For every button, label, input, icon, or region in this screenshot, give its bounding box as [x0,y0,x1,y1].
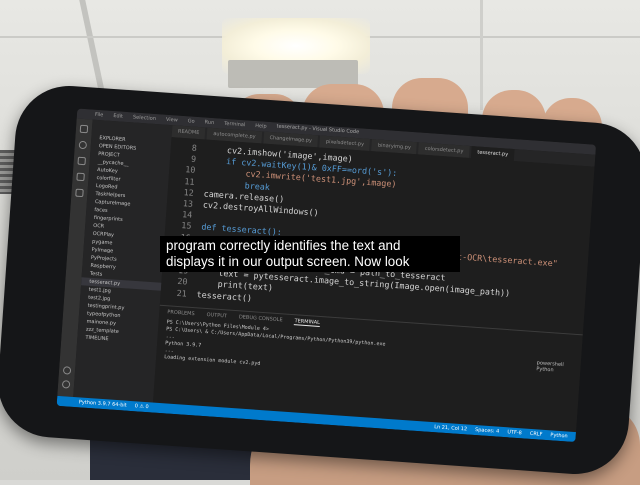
video-subtitle: program correctly identifies the text an… [160,236,460,272]
account-icon[interactable] [62,366,72,375]
tab-debug-console[interactable]: DEBUG CONSOLE [239,314,283,324]
run-debug-icon[interactable] [76,172,85,182]
source-control-icon[interactable] [77,156,86,166]
tab-output[interactable]: OUTPUT [206,312,227,320]
menu-selection[interactable]: Selection [133,114,156,122]
menu-edit[interactable]: Edit [113,113,123,120]
tab-terminal[interactable]: TERMINAL [294,318,321,327]
menu-go[interactable]: Go [188,118,195,124]
status-eol[interactable]: CRLF [530,431,543,438]
status-indent[interactable]: Spaces: 4 [475,427,500,435]
status-interpreter[interactable]: Python 3.9.7 64-bit [79,399,127,408]
menu-file[interactable]: File [95,112,104,119]
status-cursor[interactable]: Ln 21, Col 12 [434,424,467,432]
menu-help[interactable]: Help [255,123,267,130]
explorer-icon[interactable] [79,124,89,134]
phone: File Edit Selection View Go Run Terminal… [0,82,640,478]
extensions-icon[interactable] [75,188,84,198]
line-number: 21 [176,287,188,299]
subtitle-line-2: displays it in our output screen. Now lo… [166,254,410,269]
status-language[interactable]: Python [550,432,568,439]
menu-view[interactable]: View [166,117,178,124]
phone-screen: File Edit Selection View Go Run Terminal… [56,108,597,443]
search-icon[interactable] [78,140,88,150]
gear-icon[interactable] [61,380,71,389]
status-problems[interactable]: 0 ⚠ 0 [134,403,148,410]
menu-terminal[interactable]: Terminal [224,121,246,128]
status-encoding[interactable]: UTF-8 [507,429,522,436]
menu-run[interactable]: Run [204,119,214,126]
subtitle-line-1: program correctly identifies the text an… [166,238,401,253]
tab-problems[interactable]: PROBLEMS [167,309,195,318]
